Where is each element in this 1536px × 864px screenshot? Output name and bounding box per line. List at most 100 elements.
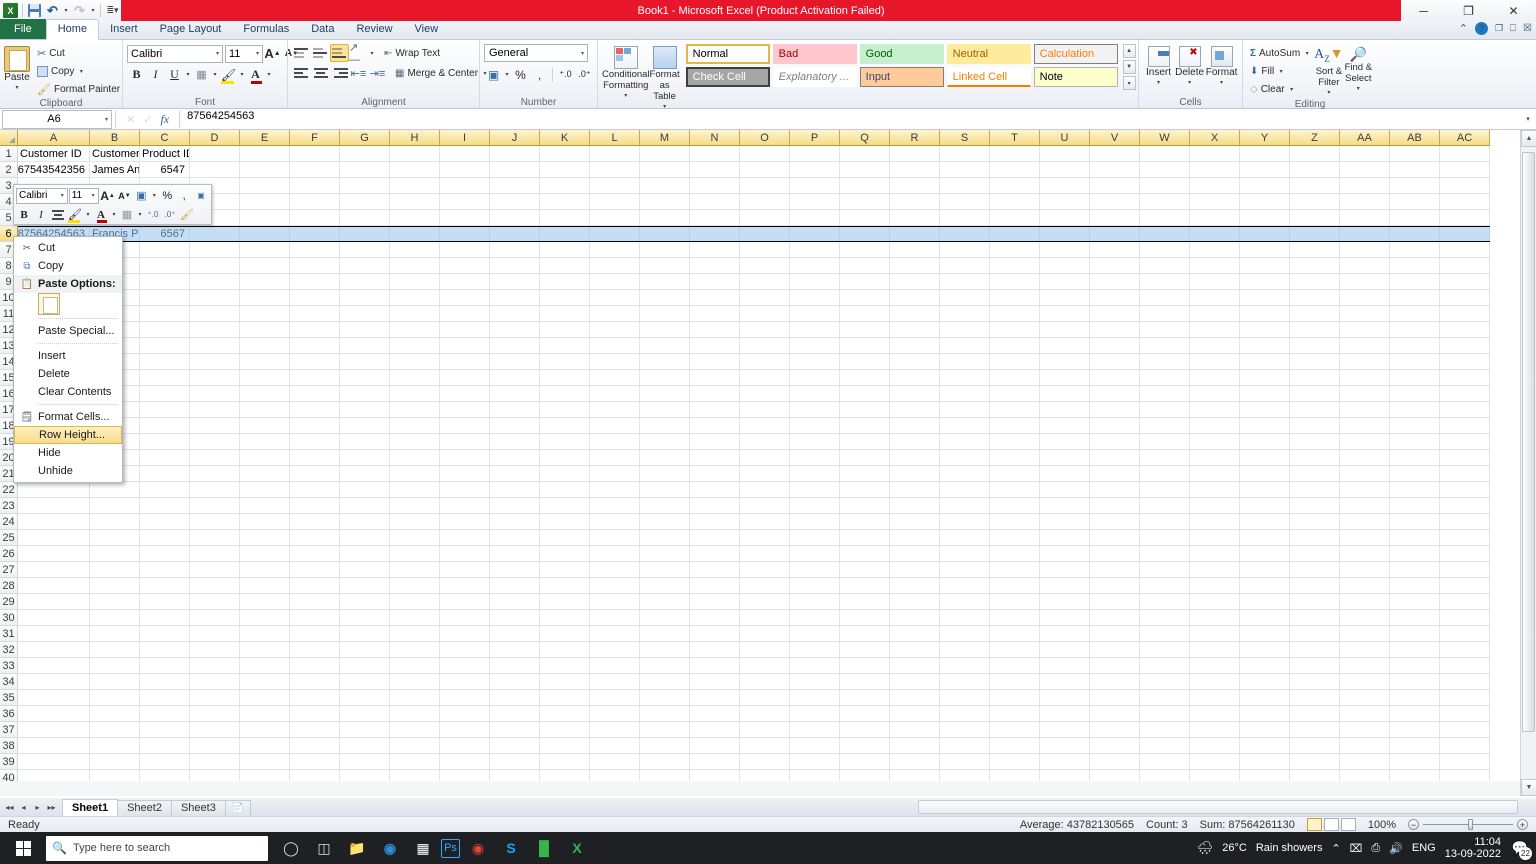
- cell-T7[interactable]: [990, 242, 1040, 258]
- cell-J27[interactable]: [490, 562, 540, 578]
- cell-V1[interactable]: [1090, 146, 1140, 162]
- cell-H37[interactable]: [390, 722, 440, 738]
- cell-K2[interactable]: [540, 162, 590, 178]
- cell-O35[interactable]: [740, 690, 790, 706]
- cell-R22[interactable]: [890, 482, 940, 498]
- row-header-24[interactable]: 24: [0, 514, 18, 530]
- cell-AC19[interactable]: [1440, 434, 1490, 450]
- cell-AC16[interactable]: [1440, 386, 1490, 402]
- mini-percent-icon[interactable]: %: [159, 188, 175, 204]
- cell-B33[interactable]: [90, 658, 140, 674]
- cell-R13[interactable]: [890, 338, 940, 354]
- cell-E31[interactable]: [240, 626, 290, 642]
- cell-Q34[interactable]: [840, 674, 890, 690]
- cell-O23[interactable]: [740, 498, 790, 514]
- cell-H14[interactable]: [390, 354, 440, 370]
- cell-O26[interactable]: [740, 546, 790, 562]
- cell-AA22[interactable]: [1340, 482, 1390, 498]
- style-linked-cell[interactable]: Linked Cell: [947, 67, 1031, 87]
- cell-N9[interactable]: [690, 274, 740, 290]
- cell-N20[interactable]: [690, 450, 740, 466]
- cell-G1[interactable]: [340, 146, 390, 162]
- cell-H36[interactable]: [390, 706, 440, 722]
- cell-S30[interactable]: [940, 610, 990, 626]
- cell-Q4[interactable]: [840, 194, 890, 210]
- cell-V15[interactable]: [1090, 370, 1140, 386]
- cell-J11[interactable]: [490, 306, 540, 322]
- cell-R1[interactable]: [890, 146, 940, 162]
- cell-F1[interactable]: [290, 146, 340, 162]
- cell-J16[interactable]: [490, 386, 540, 402]
- cell-L15[interactable]: [590, 370, 640, 386]
- cell-W22[interactable]: [1140, 482, 1190, 498]
- style-explanatory[interactable]: Explanatory ...: [773, 67, 857, 87]
- cell-N22[interactable]: [690, 482, 740, 498]
- column-header-W[interactable]: W: [1140, 130, 1190, 146]
- cell-X24[interactable]: [1190, 514, 1240, 530]
- cell-P16[interactable]: [790, 386, 840, 402]
- cell-W31[interactable]: [1140, 626, 1190, 642]
- style-good[interactable]: Good: [860, 44, 944, 64]
- cell-AA25[interactable]: [1340, 530, 1390, 546]
- cell-H11[interactable]: [390, 306, 440, 322]
- cell-B1[interactable]: Customer: [90, 146, 140, 162]
- cell-H9[interactable]: [390, 274, 440, 290]
- cell-D25[interactable]: [190, 530, 240, 546]
- cell-H6[interactable]: [390, 226, 440, 242]
- cell-H23[interactable]: [390, 498, 440, 514]
- cell-AB38[interactable]: [1390, 738, 1440, 754]
- font-size-combo[interactable]: 11 ▾: [225, 45, 263, 63]
- cell-AB15[interactable]: [1390, 370, 1440, 386]
- cell-Z27[interactable]: [1290, 562, 1340, 578]
- column-header-X[interactable]: X: [1190, 130, 1240, 146]
- row-header-33[interactable]: 33: [0, 658, 18, 674]
- cell-AB18[interactable]: [1390, 418, 1440, 434]
- cell-Z22[interactable]: [1290, 482, 1340, 498]
- cell-O12[interactable]: [740, 322, 790, 338]
- cell-J29[interactable]: [490, 594, 540, 610]
- cell-P25[interactable]: [790, 530, 840, 546]
- cell-D21[interactable]: [190, 466, 240, 482]
- cell-J7[interactable]: [490, 242, 540, 258]
- cell-G36[interactable]: [340, 706, 390, 722]
- cell-O6[interactable]: [740, 226, 790, 242]
- cell-AA2[interactable]: [1340, 162, 1390, 178]
- cell-U33[interactable]: [1040, 658, 1090, 674]
- cell-I22[interactable]: [440, 482, 490, 498]
- font-color-dropdown-icon[interactable]: ▾: [265, 71, 273, 78]
- cell-AC5[interactable]: [1440, 210, 1490, 226]
- cell-C6[interactable]: 6567: [140, 226, 190, 242]
- column-header-S[interactable]: S: [940, 130, 990, 146]
- cell-H16[interactable]: [390, 386, 440, 402]
- cell-W26[interactable]: [1140, 546, 1190, 562]
- cell-Z28[interactable]: [1290, 578, 1340, 594]
- cell-AB9[interactable]: [1390, 274, 1440, 290]
- bold-button[interactable]: B: [127, 65, 146, 84]
- fill-button[interactable]: ⬇ Fill ▾: [1247, 62, 1314, 80]
- cell-AA6[interactable]: [1340, 226, 1390, 242]
- mini-decrease-decimal-icon-2[interactable]: .0⁺: [162, 207, 178, 223]
- cell-W11[interactable]: [1140, 306, 1190, 322]
- column-header-E[interactable]: E: [240, 130, 290, 146]
- cell-Q23[interactable]: [840, 498, 890, 514]
- cell-O24[interactable]: [740, 514, 790, 530]
- align-left-icon[interactable]: [292, 64, 311, 82]
- cell-O8[interactable]: [740, 258, 790, 274]
- cell-X1[interactable]: [1190, 146, 1240, 162]
- cell-N24[interactable]: [690, 514, 740, 530]
- cell-AB13[interactable]: [1390, 338, 1440, 354]
- cell-T11[interactable]: [990, 306, 1040, 322]
- cell-E21[interactable]: [240, 466, 290, 482]
- cell-A35[interactable]: [18, 690, 90, 706]
- cell-A38[interactable]: [18, 738, 90, 754]
- cell-R39[interactable]: [890, 754, 940, 770]
- cell-Y37[interactable]: [1240, 722, 1290, 738]
- cell-F25[interactable]: [290, 530, 340, 546]
- cell-F3[interactable]: [290, 178, 340, 194]
- redo-dropdown-icon[interactable]: ▾: [89, 2, 97, 19]
- cell-AA18[interactable]: [1340, 418, 1390, 434]
- cell-M20[interactable]: [640, 450, 690, 466]
- cell-K34[interactable]: [540, 674, 590, 690]
- cell-N30[interactable]: [690, 610, 740, 626]
- cell-T38[interactable]: [990, 738, 1040, 754]
